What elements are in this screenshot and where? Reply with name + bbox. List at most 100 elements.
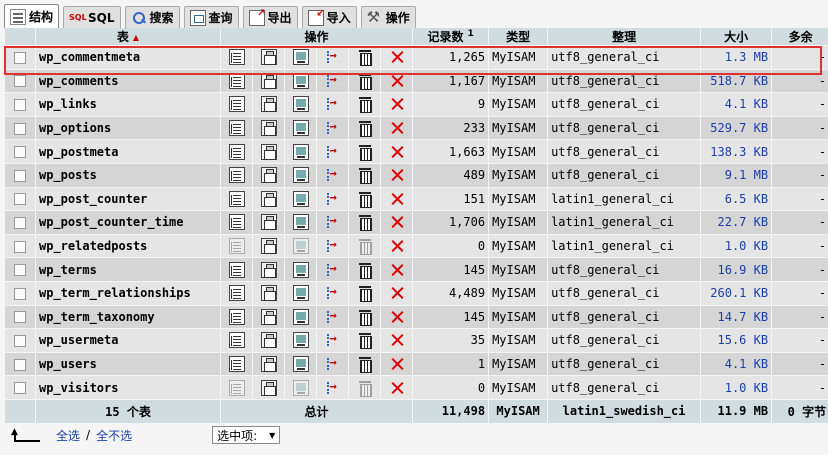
structure-icon[interactable] [260,190,277,207]
row-checkbox[interactable] [14,287,26,300]
header-type[interactable]: 类型 [489,28,548,45]
insert-icon[interactable] [325,95,341,112]
empty-icon[interactable] [357,332,373,350]
table-name[interactable]: wp_users [36,352,220,376]
drop-icon[interactable] [389,120,405,136]
table-size[interactable]: 4.1 KB [701,352,772,376]
tab-2[interactable]: 搜索 [124,6,180,28]
insert-icon[interactable] [325,331,341,348]
drop-icon[interactable] [389,309,405,325]
search-icon[interactable] [292,332,309,349]
table-name[interactable]: wp_term_relationships [36,281,220,305]
search-icon[interactable] [292,190,309,207]
row-checkbox[interactable] [14,169,26,182]
structure-icon[interactable] [260,332,277,349]
drop-icon[interactable] [389,167,405,183]
empty-icon[interactable] [357,120,373,138]
tab-1[interactable]: SQL SQL [63,6,121,28]
check-all-link[interactable]: 全选 [56,427,80,444]
table-size[interactable]: 15.6 KB [701,329,772,352]
row-checkbox[interactable] [14,358,26,371]
uncheck-all-link[interactable]: 全不选 [96,427,132,444]
browse-icon[interactable] [228,285,245,302]
empty-icon[interactable] [357,262,373,279]
search-icon[interactable] [292,120,309,137]
structure-icon[interactable] [260,356,277,373]
empty-icon[interactable] [357,356,373,374]
structure-icon[interactable] [260,308,277,325]
structure-icon[interactable] [260,379,277,396]
table-name[interactable]: wp_usermeta [36,329,220,352]
search-icon[interactable] [292,96,309,113]
drop-icon[interactable] [389,332,405,348]
insert-icon[interactable] [325,213,341,230]
search-icon[interactable] [292,308,309,325]
tab-3[interactable]: 查询 [183,6,239,28]
table-name[interactable]: wp_comments [36,69,220,93]
table-size[interactable]: 529.7 KB [701,116,772,140]
insert-icon[interactable] [325,379,341,396]
table-size[interactable]: 138.3 KB [701,140,772,163]
empty-icon[interactable] [357,191,373,208]
header-overhead[interactable]: 多余 [772,28,828,45]
table-name[interactable]: wp_links [36,93,220,116]
search-icon[interactable] [292,261,309,278]
with-selected-select[interactable]: 选中项: ▼ [212,426,281,444]
empty-icon[interactable] [357,214,373,232]
structure-icon[interactable] [260,120,277,137]
row-checkbox[interactable] [14,51,26,64]
browse-icon[interactable] [228,143,245,160]
browse-icon[interactable] [228,214,245,231]
row-checkbox[interactable] [14,193,26,206]
search-icon[interactable] [292,285,309,302]
browse-icon[interactable] [228,190,245,207]
insert-icon[interactable] [325,119,341,136]
row-checkbox[interactable] [14,98,26,111]
header-collation[interactable]: 整理 [548,28,701,45]
row-checkbox[interactable] [14,264,26,277]
row-checkbox[interactable] [14,216,26,229]
table-size[interactable]: 4.1 KB [701,93,772,116]
drop-icon[interactable] [389,356,405,372]
header-table[interactable]: 表 ▲ [36,28,220,45]
structure-icon[interactable] [260,143,277,160]
empty-icon[interactable] [357,285,373,303]
drop-icon[interactable] [389,49,405,65]
insert-icon[interactable] [325,355,341,372]
drop-icon[interactable] [389,262,405,278]
insert-icon[interactable] [325,308,341,325]
table-size[interactable]: 1.3 MB [701,46,772,69]
table-name[interactable]: wp_postmeta [36,140,220,163]
search-icon[interactable] [292,72,309,89]
drop-icon[interactable] [389,73,405,89]
row-checkbox[interactable] [14,334,26,347]
browse-icon[interactable] [228,120,245,137]
row-checkbox[interactable] [14,122,26,135]
table-size[interactable]: 14.7 KB [701,305,772,329]
row-checkbox[interactable] [14,382,26,395]
search-icon[interactable] [292,49,309,66]
structure-icon[interactable] [260,261,277,278]
structure-icon[interactable] [260,72,277,89]
drop-icon[interactable] [389,380,405,396]
browse-icon[interactable] [228,49,245,66]
drop-icon[interactable] [389,191,405,207]
structure-icon[interactable] [260,49,277,66]
empty-icon[interactable] [357,309,373,326]
table-name[interactable]: wp_options [36,116,220,140]
table-size[interactable]: 22.7 KB [701,211,772,234]
table-size[interactable]: 6.5 KB [701,187,772,211]
insert-icon[interactable] [325,190,341,207]
browse-icon[interactable] [228,332,245,349]
empty-icon[interactable] [357,144,373,161]
header-records[interactable]: 记录数 1 [413,28,489,45]
row-checkbox[interactable] [14,311,26,324]
structure-icon[interactable] [260,238,277,255]
table-name[interactable]: wp_term_taxonomy [36,305,220,329]
drop-icon[interactable] [389,214,405,230]
browse-icon[interactable] [228,356,245,373]
row-checkbox[interactable] [14,146,26,159]
search-icon[interactable] [292,143,309,160]
drop-icon[interactable] [389,285,405,301]
table-name[interactable]: wp_commentmeta [36,46,220,69]
